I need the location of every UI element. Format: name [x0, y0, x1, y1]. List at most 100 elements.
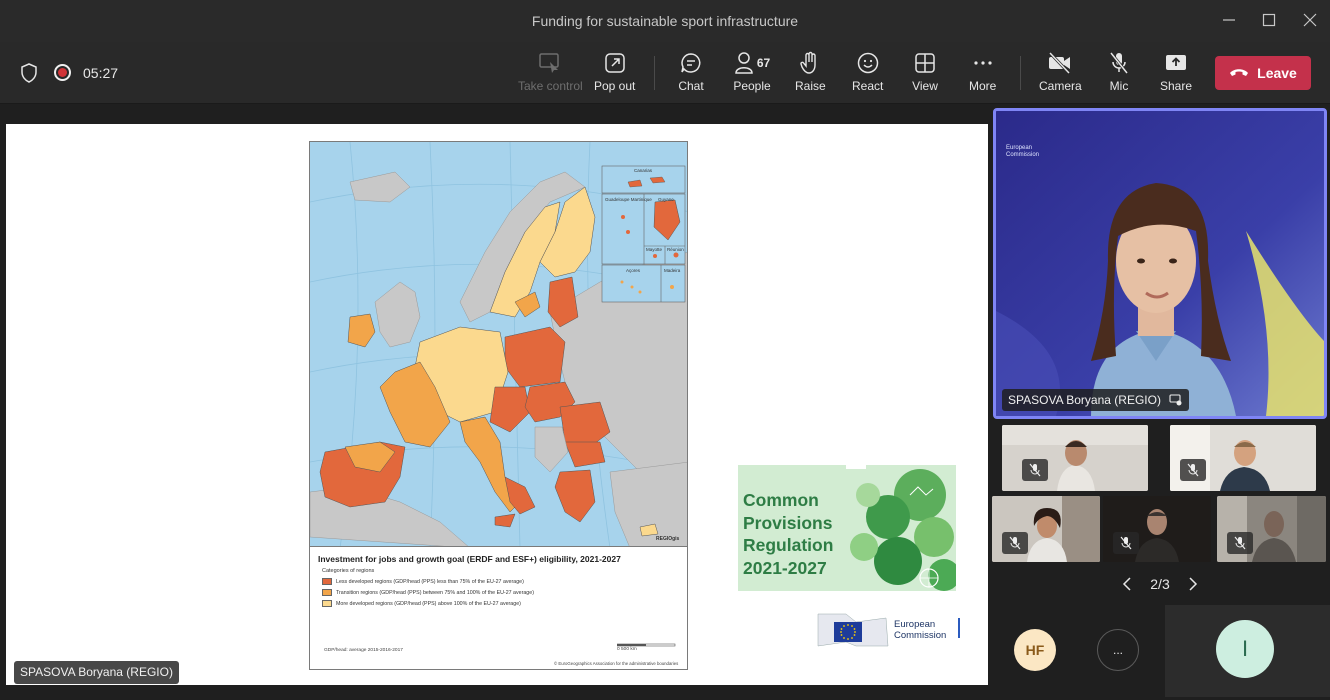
mic-off-icon — [1029, 463, 1041, 477]
mic-muted-indicator — [1002, 532, 1028, 554]
legend-label: Less developed regions (GDP/head (PPS) l… — [336, 578, 524, 585]
more-button[interactable]: More — [969, 50, 996, 98]
participant-video-tile[interactable] — [1217, 496, 1326, 562]
leave-label: Leave — [1257, 65, 1297, 81]
inset-label-guyane: Guyane — [658, 197, 674, 202]
people-icon — [735, 52, 753, 74]
participant-video-frame — [1170, 425, 1316, 491]
toolbar-divider — [1020, 56, 1021, 90]
presenter-name-tag: SPASOVA Boryana (REGIO) — [14, 661, 179, 684]
ec-logo-accent — [958, 618, 960, 638]
legend-label: Transition regions (GDP/head (PPS) betwe… — [336, 589, 534, 596]
take-control-button[interactable]: Take control — [518, 50, 583, 98]
participant-video-tile[interactable] — [1002, 425, 1148, 491]
legend-title: Investment for jobs and growth goal (ERD… — [318, 554, 621, 564]
cpr-title-line: Common — [743, 490, 819, 510]
react-label: React — [852, 79, 884, 93]
next-page-button[interactable] — [1186, 574, 1200, 594]
raise-label: Raise — [795, 79, 826, 93]
hang-up-icon — [1230, 69, 1249, 76]
minimize-icon — [1223, 19, 1235, 21]
inset-label-acores: Açores — [626, 268, 641, 273]
leave-button[interactable]: Leave — [1215, 56, 1311, 90]
gallery-pager: 2/3 — [990, 571, 1330, 597]
inset-label-canarias: Canarias — [634, 168, 653, 173]
participant-video-tile[interactable] — [992, 496, 1100, 562]
inset-label-guadeloupe: Guadeloupe Martinique — [605, 197, 652, 202]
cpr-title-line: Regulation — [743, 535, 834, 555]
inset-label-mayotte: Mayotte — [646, 247, 663, 252]
cpr-title-line: 2021-2027 — [743, 557, 827, 578]
recording-indicator — [54, 64, 71, 81]
mic-muted-indicator — [1180, 459, 1206, 481]
maximize-button[interactable] — [1256, 8, 1282, 32]
audio-participants-row: HF ... I — [990, 605, 1330, 697]
participant-avatar-hf[interactable]: HF — [1014, 629, 1056, 671]
bg-logo-line: European — [1006, 145, 1033, 151]
pop-out-icon — [604, 53, 625, 73]
maximize-icon — [1262, 13, 1276, 27]
people-button[interactable]: 67 People — [732, 50, 772, 98]
share-label: Share — [1160, 79, 1193, 93]
meeting-timer: 05:27 — [83, 65, 119, 81]
legend-item: Less developed regions (GDP/head (PPS) l… — [322, 578, 524, 585]
speaker-video-tile[interactable]: European Commission SPASOVA Boryana (REG… — [993, 108, 1327, 419]
meeting-toolbar: 05:27 Take control Pop out Chat 67 Peopl… — [0, 42, 1330, 104]
participant-video-tile[interactable] — [1103, 496, 1211, 562]
camera-label: Camera — [1039, 79, 1082, 93]
share-button[interactable]: Share — [1160, 50, 1192, 98]
legend-footnote: GDP/head: average 2015-2016-2017 — [324, 648, 403, 653]
inset-label-madeira: Madeira — [664, 268, 681, 273]
legend-swatch — [322, 589, 332, 596]
view-button[interactable]: View — [912, 50, 938, 98]
minimize-button[interactable] — [1216, 8, 1242, 32]
avatar-initials: HF — [1025, 642, 1045, 658]
mic-button[interactable]: Mic — [1106, 50, 1132, 98]
inset-label-reunion: Réunion — [667, 247, 684, 252]
chat-icon — [681, 53, 701, 73]
participant-video-tile[interactable] — [1170, 425, 1316, 491]
share-screen-icon — [1166, 55, 1187, 70]
legend-subtitle: Categories of regions — [322, 568, 375, 574]
speaker-name: SPASOVA Boryana (REGIO) — [1008, 393, 1161, 407]
chat-button[interactable]: Chat — [678, 50, 704, 98]
mic-muted-indicator — [1227, 532, 1253, 554]
map-legend: Investment for jobs and growth goal (ERD… — [309, 546, 688, 670]
mic-off-icon — [1120, 536, 1132, 550]
mic-off-icon — [1187, 463, 1199, 477]
title-bar: Funding for sustainable sport infrastruc… — [0, 0, 1330, 42]
screen-share-indicator-icon — [1169, 394, 1182, 406]
legend-item: More developed regions (GDP/head (PPS) a… — [322, 600, 521, 607]
grid-view-icon — [915, 53, 935, 73]
cpr-title-line: Provisions — [743, 512, 833, 533]
legend-swatch — [322, 578, 332, 585]
self-initial: I — [1241, 636, 1249, 661]
legend-item: Transition regions (GDP/head (PPS) betwe… — [322, 589, 534, 596]
camera-button[interactable]: Camera — [1039, 50, 1082, 98]
pop-out-label: Pop out — [594, 79, 636, 93]
more-label: More — [969, 79, 997, 93]
shield-icon[interactable] — [20, 63, 38, 83]
pop-out-button[interactable]: Pop out — [594, 50, 635, 98]
speaker-background-logo: European Commission — [1006, 145, 1039, 159]
ec-logo-line: Commission — [894, 630, 947, 641]
shared-screen: Canarias Guadeloupe Martinique Guyane Ma… — [0, 105, 990, 700]
eu-regions-map: Canarias Guadeloupe Martinique Guyane Ma… — [309, 141, 688, 547]
mic-off-icon — [1234, 536, 1246, 550]
raise-hand-button[interactable]: Raise — [795, 50, 826, 98]
self-video-tile[interactable]: I — [1165, 605, 1330, 697]
mic-label: Mic — [1109, 79, 1129, 93]
react-button[interactable]: React — [852, 50, 883, 98]
speaker-video-frame — [996, 111, 1324, 416]
mic-muted-indicator — [1022, 459, 1048, 481]
european-commission-logo: European Commission — [816, 612, 961, 652]
more-participants-button[interactable]: ... — [1097, 629, 1139, 671]
close-button[interactable] — [1297, 8, 1323, 32]
people-count: 67 — [756, 56, 771, 70]
mic-off-icon — [1109, 52, 1129, 74]
participants-panel: European Commission SPASOVA Boryana (REG… — [990, 105, 1330, 700]
take-control-icon — [539, 53, 560, 73]
smiley-icon — [857, 52, 878, 74]
previous-page-button[interactable] — [1120, 574, 1134, 594]
ec-flag-icon — [817, 613, 889, 647]
